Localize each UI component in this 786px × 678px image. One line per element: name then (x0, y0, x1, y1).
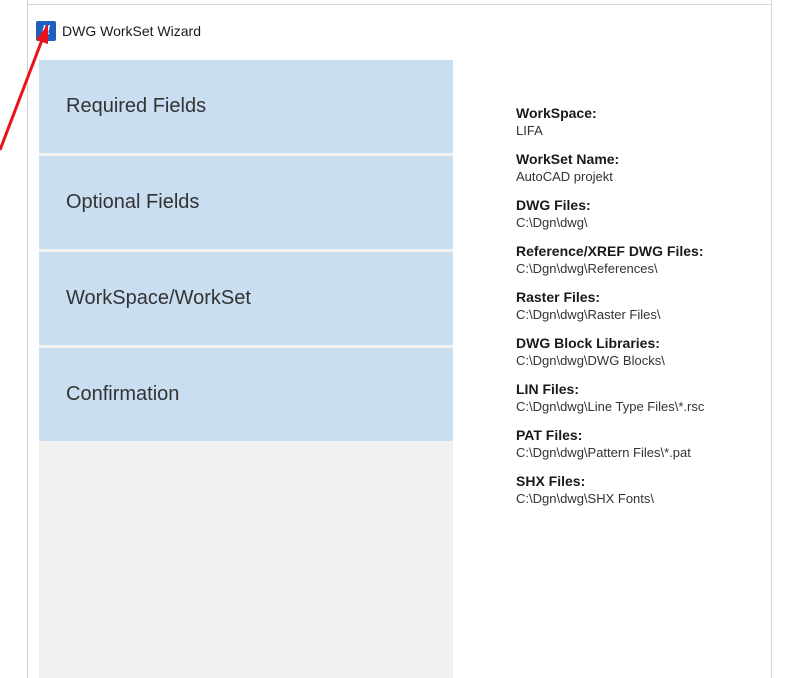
summary-field-dwg-files: DWG Files: C:\Dgn\dwg\ (516, 196, 766, 232)
summary-field-reference-xref: Reference/XREF DWG Files: C:\Dgn\dwg\Ref… (516, 242, 766, 278)
field-value: LIFA (516, 123, 543, 138)
field-label: WorkSet Name: (516, 151, 620, 167)
step-optional-fields[interactable]: Optional Fields (39, 156, 453, 249)
window-top-border (27, 4, 772, 5)
summary-field-block-libraries: DWG Block Libraries: C:\Dgn\dwg\DWG Bloc… (516, 334, 766, 370)
step-workspace-workset[interactable]: WorkSpace/WorkSet (39, 252, 453, 345)
field-label: Reference/XREF DWG Files: (516, 243, 704, 259)
field-value: C:\Dgn\dwg\Line Type Files\*.rsc (516, 399, 705, 414)
field-value: C:\Dgn\dwg\References\ (516, 261, 658, 276)
wizard-step-sidebar: Required Fields Optional Fields WorkSpac… (39, 60, 453, 678)
microstation-app-icon (36, 21, 56, 41)
field-value: C:\Dgn\dwg\DWG Blocks\ (516, 353, 665, 368)
field-label: LIN Files: (516, 381, 580, 397)
step-required-fields[interactable]: Required Fields (39, 60, 453, 153)
step-label: WorkSpace/WorkSet (66, 287, 251, 309)
window-title: DWG WorkSet Wizard (62, 23, 201, 39)
field-label: DWG Files: (516, 197, 591, 213)
field-value: AutoCAD projekt (516, 169, 613, 184)
summary-field-workspace: WorkSpace: LIFA (516, 104, 766, 140)
step-confirmation[interactable]: Confirmation (39, 348, 453, 441)
field-value: C:\Dgn\dwg\Pattern Files\*.pat (516, 445, 691, 460)
field-label: PAT Files: (516, 427, 583, 443)
step-label: Confirmation (66, 383, 180, 405)
step-label: Optional Fields (66, 191, 200, 213)
summary-field-lin-files: LIN Files: C:\Dgn\dwg\Line Type Files\*.… (516, 380, 766, 416)
summary-field-raster-files: Raster Files: C:\Dgn\dwg\Raster Files\ (516, 288, 766, 324)
confirmation-summary: WorkSpace: LIFA WorkSet Name: AutoCAD pr… (516, 104, 766, 518)
step-label: Required Fields (66, 95, 207, 117)
field-label: DWG Block Libraries: (516, 335, 660, 351)
field-label: WorkSpace: (516, 105, 597, 121)
field-label: SHX Files: (516, 473, 586, 489)
summary-field-shx-files: SHX Files: C:\Dgn\dwg\SHX Fonts\ (516, 472, 766, 508)
field-value: C:\Dgn\dwg\Raster Files\ (516, 307, 661, 322)
field-value: C:\Dgn\dwg\ (516, 215, 588, 230)
summary-field-pat-files: PAT Files: C:\Dgn\dwg\Pattern Files\*.pa… (516, 426, 766, 462)
field-label: Raster Files: (516, 289, 601, 305)
window-right-border (771, 0, 772, 678)
title-bar: DWG WorkSet Wizard (36, 19, 201, 43)
field-value: C:\Dgn\dwg\SHX Fonts\ (516, 491, 654, 506)
summary-field-workset-name: WorkSet Name: AutoCAD projekt (516, 150, 766, 186)
